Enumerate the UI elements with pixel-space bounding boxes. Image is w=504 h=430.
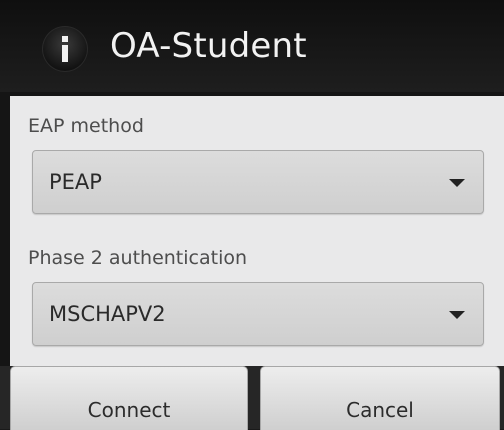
dialog-title: OA-Student <box>110 26 307 66</box>
wifi-config-dialog: OA-Student EAP method PEAP Phase 2 authe… <box>0 0 504 430</box>
eap-method-value: PEAP <box>49 170 102 194</box>
dropdown-arrow-icon <box>449 179 465 187</box>
connect-button[interactable]: Connect <box>10 366 248 430</box>
cancel-button[interactable]: Cancel <box>260 366 500 430</box>
eap-method-select[interactable]: PEAP <box>32 150 484 214</box>
info-icon <box>42 26 88 72</box>
dropdown-arrow-icon <box>449 311 465 319</box>
phase2-auth-value: MSCHAPV2 <box>49 302 166 326</box>
phase2-auth-select[interactable]: MSCHAPV2 <box>32 282 484 346</box>
dialog-content: EAP method PEAP Phase 2 authentication M… <box>10 96 504 366</box>
eap-method-label: EAP method <box>28 115 144 137</box>
dialog-button-bar: Connect Cancel <box>0 366 504 430</box>
cancel-button-label: Cancel <box>346 398 414 422</box>
phase2-auth-label: Phase 2 authentication <box>28 247 248 269</box>
dialog-titlebar: OA-Student <box>0 0 504 92</box>
info-glyph <box>62 36 68 62</box>
connect-button-label: Connect <box>87 398 171 422</box>
